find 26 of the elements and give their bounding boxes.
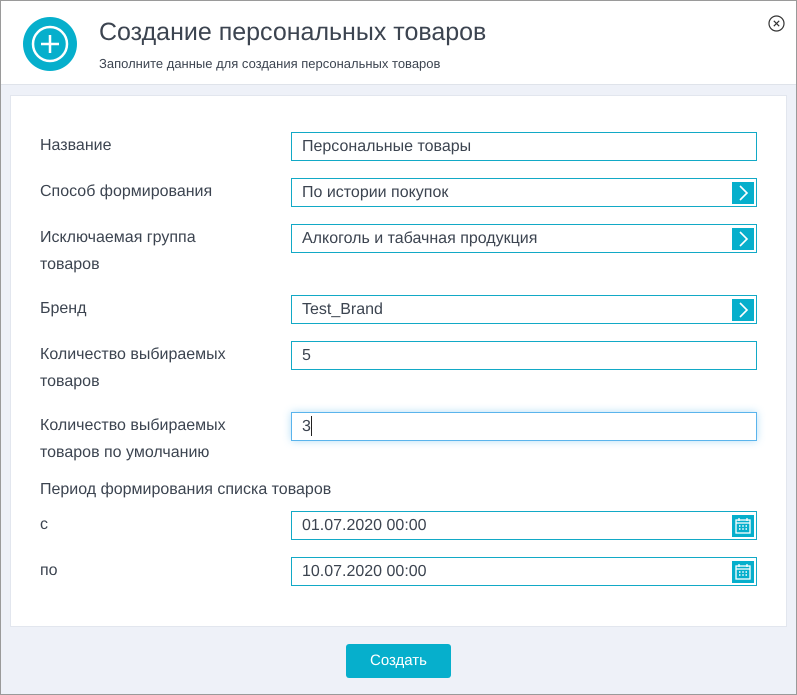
calendar-icon[interactable] <box>732 514 754 536</box>
field-label: по <box>40 561 59 581</box>
field-label: Количество выбираемых товаров по умолчанию <box>40 416 227 463</box>
input-field[interactable]: 3 <box>291 412 757 441</box>
chevron-right-icon[interactable] <box>732 182 754 204</box>
field-label: Количество выбираемых товаров <box>40 345 227 392</box>
dialog-title: Создание персональных товаров <box>99 17 486 48</box>
field-label: с <box>40 515 49 535</box>
field-label: Способ формирования <box>40 182 214 202</box>
select-field[interactable]: Алкоголь и табачная продукция <box>291 224 757 253</box>
section-heading: Период формирования списка товаров <box>40 480 332 500</box>
select-field[interactable]: По истории покупок <box>291 178 757 207</box>
close-icon[interactable] <box>768 15 785 32</box>
chevron-right-icon[interactable] <box>732 228 754 250</box>
field-label: Исключаемая группа товаров <box>40 228 197 275</box>
calendar-icon[interactable] <box>732 560 754 582</box>
select-field[interactable]: Test_Brand <box>291 295 757 324</box>
dialog-subtitle: Заполните данные для создания персональных товаров <box>99 55 442 73</box>
date-field[interactable]: 01.07.2020 00:00 <box>291 511 757 540</box>
input-field[interactable]: Персональные товары <box>291 132 757 161</box>
field-label: Бренд <box>40 299 88 319</box>
plus-icon <box>23 17 77 71</box>
input-field[interactable]: 5 <box>291 341 757 370</box>
chevron-right-icon[interactable] <box>732 298 754 320</box>
date-field[interactable]: 10.07.2020 00:00 <box>291 557 757 586</box>
field-label: Название <box>40 136 112 156</box>
